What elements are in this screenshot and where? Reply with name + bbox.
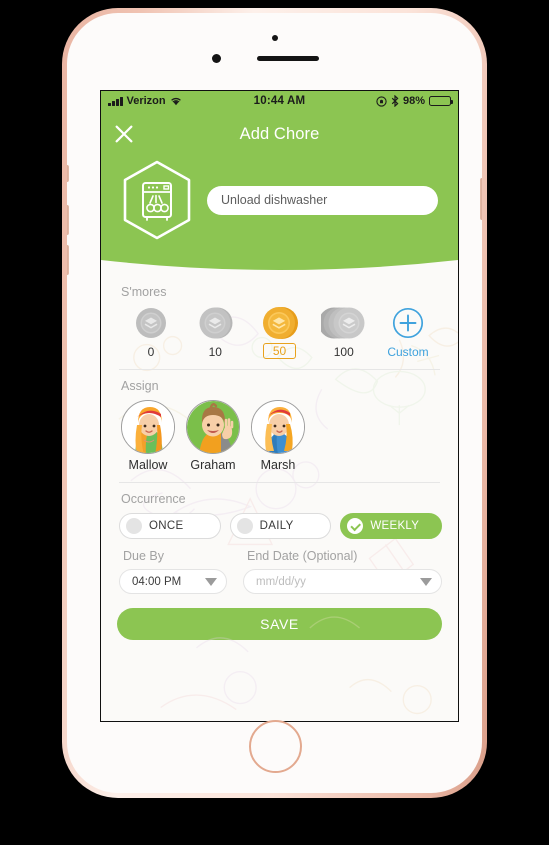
boy-waving-avatar [187, 401, 239, 453]
radio-indicator-icon [126, 518, 142, 534]
home-button[interactable] [248, 720, 302, 773]
due-by-group: Due By 04:00 PM [119, 549, 227, 594]
volume-up-button[interactable] [67, 205, 69, 235]
end-date-dropdown[interactable]: mm/dd/yy [243, 569, 442, 594]
smores-value-label-selected: 50 [262, 343, 297, 359]
battery-percent-label: 98% [402, 95, 426, 107]
save-button-area: SAVE [101, 594, 458, 640]
avatar [121, 400, 175, 454]
smores-section-label: S'mores [121, 285, 167, 299]
assign-people-row: Mallow Graham Marsh [117, 400, 442, 472]
dishwasher-icon[interactable] [119, 159, 195, 241]
phone-device-frame: Verizon 10:44 AM 98% Add Chore Unload di… [62, 8, 487, 798]
assign-section-label: Assign [121, 379, 159, 393]
assign-person-name: Mallow [128, 458, 168, 472]
carrier-label: Verizon [126, 95, 166, 107]
section-divider [119, 482, 440, 483]
mute-switch[interactable] [67, 165, 69, 182]
volume-down-button[interactable] [67, 245, 69, 275]
chore-name-input[interactable] [207, 185, 438, 215]
girl-orange-hair-avatar [122, 401, 174, 453]
assign-person-graham[interactable]: Graham [186, 400, 240, 472]
header-curve-divider [101, 254, 458, 270]
front-camera-icon [271, 35, 278, 41]
avatar [186, 400, 240, 454]
phone-front-face: Verizon 10:44 AM 98% Add Chore Unload di… [67, 13, 482, 793]
chevron-down-icon [205, 577, 217, 586]
clock-label: 10:44 AM [253, 95, 306, 107]
section-divider [119, 369, 440, 370]
smores-value-label: 0 [147, 345, 155, 359]
power-button[interactable] [480, 178, 482, 220]
occurrence-option-label: ONCE [149, 520, 184, 532]
phone-screen: Verizon 10:44 AM 98% Add Chore Unload di… [100, 90, 459, 722]
end-date-group: End Date (Optional) mm/dd/yy [243, 549, 442, 594]
proximity-sensor [211, 54, 221, 63]
save-button[interactable]: SAVE [117, 608, 442, 640]
earpiece-speaker [256, 56, 319, 61]
avatar [251, 400, 305, 454]
silver-coin-icon [135, 306, 167, 340]
smores-option-100[interactable]: 100 [314, 306, 374, 359]
assign-person-marsh[interactable]: Marsh [251, 400, 305, 472]
occurrence-option-label: WEEKLY [370, 520, 420, 532]
occurrence-option-label: DAILY [259, 520, 294, 532]
silver-coin-stack-icon [320, 306, 367, 340]
assign-person-name: Marsh [260, 458, 296, 472]
assign-person-name: Graham [190, 458, 236, 472]
assign-person-mallow[interactable]: Mallow [121, 400, 175, 472]
end-date-placeholder: mm/dd/yy [256, 575, 306, 588]
smores-option-0[interactable]: 0 [121, 306, 181, 359]
smores-option-10[interactable]: 10 [185, 306, 245, 359]
navigation-bar: Add Chore [101, 117, 458, 151]
rotation-lock-icon [376, 95, 387, 107]
close-icon[interactable] [113, 123, 135, 145]
due-by-label: Due By [123, 549, 164, 563]
occurrence-section-label: Occurrence [121, 492, 186, 506]
wifi-icon [170, 97, 181, 106]
occurrence-option-row: ONCE DAILY WEEKLY [117, 513, 443, 539]
battery-icon [429, 96, 454, 106]
status-bar: Verizon 10:44 AM 98% [101, 91, 458, 111]
plus-circle-icon [392, 306, 424, 340]
silver-coin-icon [197, 306, 233, 340]
screen-header: Add Chore [101, 111, 458, 276]
signal-bars-icon [108, 96, 123, 106]
smores-value-label: 100 [333, 345, 354, 359]
bluetooth-icon [391, 95, 399, 107]
page-title: Add Chore [239, 124, 320, 143]
smores-custom-label: Custom [387, 345, 429, 359]
check-circle-icon [347, 518, 364, 534]
smores-option-50[interactable]: 50 [250, 306, 310, 359]
occurrence-option-weekly[interactable]: WEEKLY [340, 513, 443, 539]
gold-coin-icon [261, 306, 299, 340]
smores-option-row: 0 10 50 100 Custom [117, 306, 442, 359]
form-body: S'mores 0 10 50 100 Custom Assign Mallow… [101, 285, 458, 594]
chevron-down-icon [420, 577, 432, 586]
smores-custom-button[interactable]: Custom [378, 306, 438, 359]
occurrence-option-daily[interactable]: DAILY [229, 513, 332, 539]
schedule-row: Due By 04:00 PM End Date (Optional) mm/d… [117, 549, 442, 594]
chore-hero-row [101, 151, 458, 255]
smores-value-label: 10 [208, 345, 222, 359]
occurrence-option-once[interactable]: ONCE [119, 513, 221, 539]
girl-blonde-blue-avatar [252, 401, 304, 453]
due-by-dropdown[interactable]: 04:00 PM [119, 569, 227, 594]
radio-indicator-icon [236, 518, 253, 534]
due-by-value: 04:00 PM [132, 575, 182, 588]
end-date-label: End Date (Optional) [247, 549, 358, 563]
